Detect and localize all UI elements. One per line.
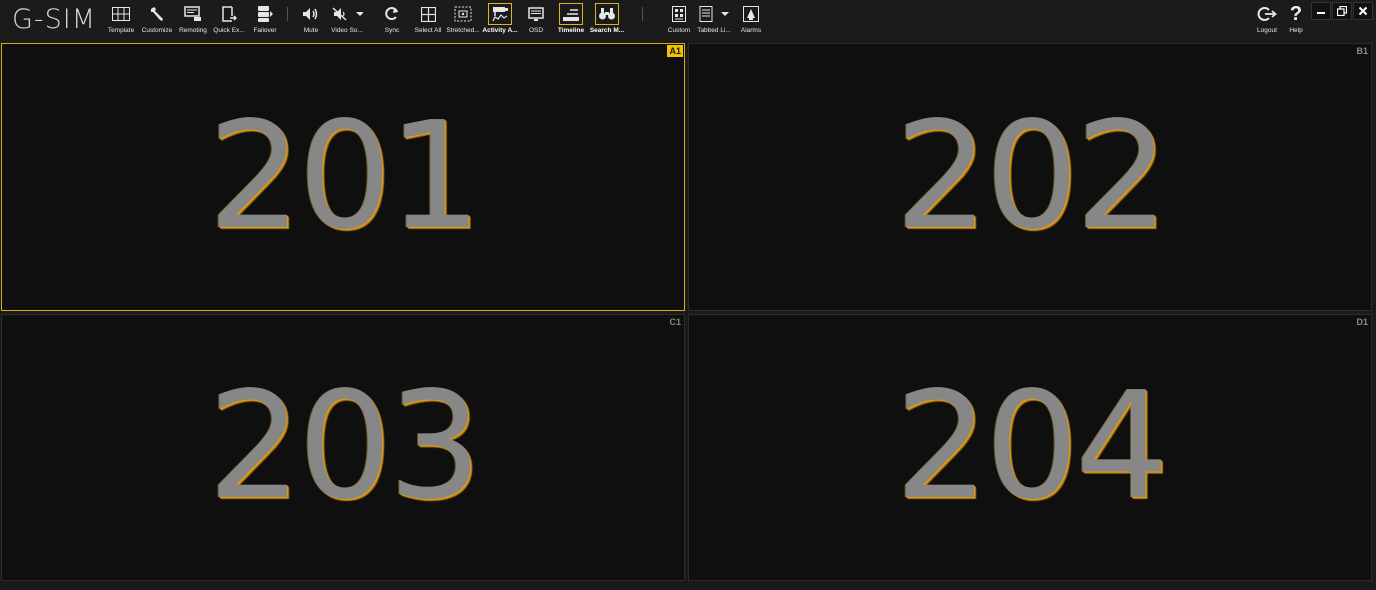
toolbar-separator [642,7,643,21]
video-tile-d1[interactable]: 204 D1 [688,314,1372,581]
top-toolbar: G-SIM Template Customize Remoting Quick … [0,0,1376,42]
activity-label: Activity A... [482,27,518,34]
grid-template-icon [112,3,130,25]
video-tile-c1[interactable]: 203 C1 [1,314,685,581]
custom-layout-button[interactable]: Custom [666,3,692,37]
speaker-icon [302,3,320,25]
sync-label: Sync [384,27,400,34]
stretched-label: Stretched... [446,27,480,34]
sync-button[interactable]: Sync [380,3,404,37]
search-button[interactable]: Search M... [589,3,625,37]
minimize-icon [1317,12,1325,14]
template-label: Template [107,27,135,34]
customize-label: Customize [141,27,173,34]
close-button[interactable] [1353,2,1373,20]
alarms-button[interactable]: Alarms [738,3,764,37]
mute-button[interactable]: Mute [298,3,324,37]
timeline-icon [559,3,583,25]
tabbed-list-button[interactable]: Tabbed Li... [696,3,732,37]
select-all-grid-icon [420,3,436,25]
customize-button[interactable]: Customize [140,3,174,37]
video-tile-a1[interactable]: 201 A1 [1,43,685,311]
help-label: Help [1289,27,1303,34]
video-grid: 201 A1 202 B1 203 C1 204 D1 [0,42,1376,590]
search-label: Search M... [589,27,625,34]
osd-label: OSD [528,27,544,34]
osd-button[interactable]: OSD [525,3,547,37]
stretch-icon [454,3,472,25]
failover-label: Failover [253,27,277,34]
custom-layout-icon [672,3,686,25]
logout-icon [1257,3,1277,25]
mute-label: Mute [303,27,319,34]
export-icon [221,3,237,25]
tile-position-tag: B1 [1356,46,1368,56]
maximize-button[interactable] [1332,2,1352,20]
video-source-label: Video So... [331,27,363,34]
binoculars-icon [595,3,619,25]
camera-number: 202 [894,90,1170,262]
restore-icon [1337,6,1347,16]
remote-monitor-icon [184,3,202,25]
camera-number: 201 [207,90,483,262]
tabbed-list-label: Tabbed Li... [697,27,731,34]
custom-label: Custom [667,27,691,34]
logout-label: Logout [1257,27,1277,34]
wrench-icon [149,3,165,25]
quick-export-label: Quick Ex... [213,27,245,34]
alarm-icon [743,3,759,25]
camera-number: 203 [207,360,483,532]
osd-monitor-icon [528,3,544,25]
alarms-label: Alarms [740,27,762,34]
tabbed-list-icon [698,3,730,25]
timeline-label: Timeline [557,27,585,34]
stretched-button[interactable]: Stretched... [446,3,480,37]
toolbar-separator [287,7,288,21]
remoting-label: Remoting [179,27,207,34]
video-tile-b1[interactable]: 202 B1 [688,43,1372,311]
timeline-button[interactable]: Timeline [557,3,585,37]
speaker-off-icon [331,3,363,25]
tile-position-tag: A1 [667,45,683,57]
failover-server-icon [256,3,274,25]
select-all-label: Select All [414,27,442,34]
activity-camera-icon [488,3,512,25]
remoting-button[interactable]: Remoting [177,3,209,37]
video-source-button[interactable]: Video So... [328,3,366,37]
tile-position-tag: C1 [669,317,681,327]
logout-button[interactable]: Logout [1254,3,1280,37]
close-icon [1358,6,1368,16]
app-logo: G-SIM [12,4,97,35]
minimize-button[interactable] [1311,2,1331,20]
tile-position-tag: D1 [1356,317,1368,327]
select-all-button[interactable]: Select All [413,3,443,37]
help-button[interactable]: ? Help [1284,3,1308,37]
camera-number: 204 [894,360,1170,532]
sync-icon [384,3,400,25]
activity-button[interactable]: Activity A... [481,3,519,37]
template-button[interactable]: Template [106,3,136,37]
failover-button[interactable]: Failover [250,3,280,37]
quick-export-button[interactable]: Quick Ex... [212,3,246,37]
help-question-icon: ? [1289,3,1303,25]
